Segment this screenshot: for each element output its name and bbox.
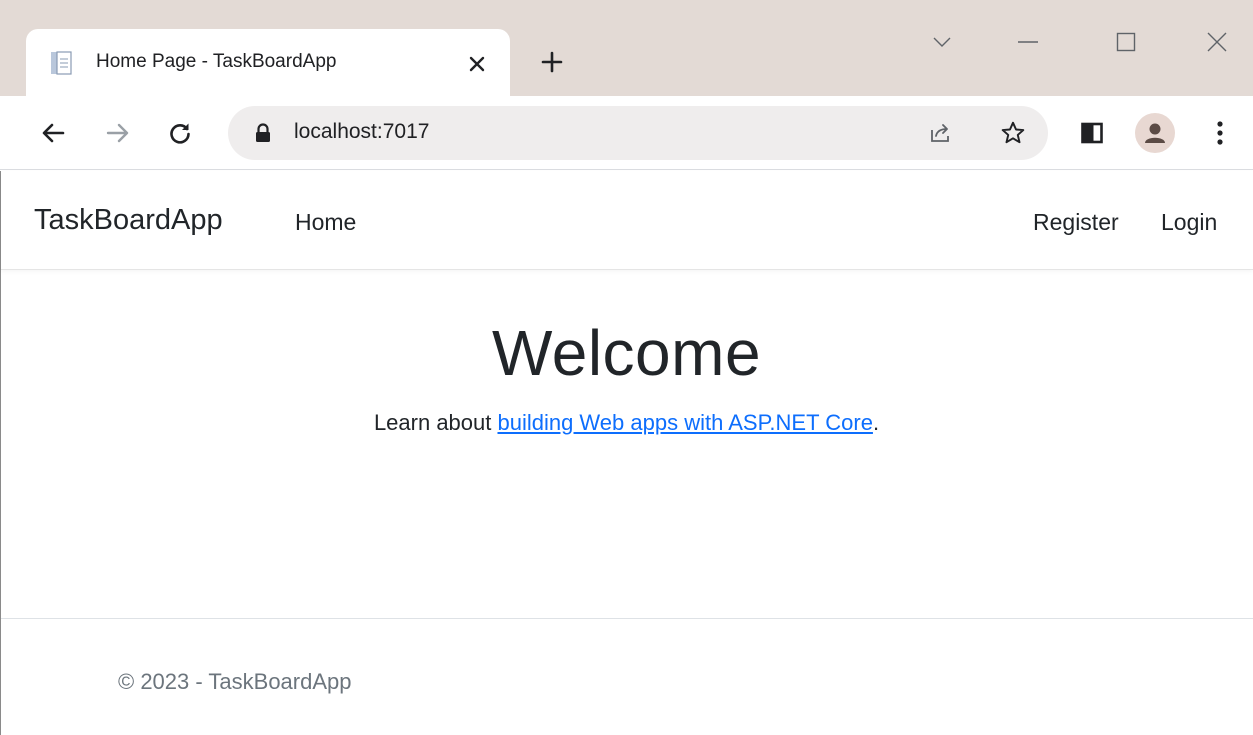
- profile-icon[interactable]: [1135, 113, 1175, 153]
- footer-copyright: © 2023 - TaskBoardApp: [118, 669, 352, 694]
- site-navbar: TaskBoardApp Home Register Login: [1, 171, 1253, 270]
- forward-icon[interactable]: [98, 113, 138, 153]
- document-icon: [50, 51, 72, 75]
- back-icon[interactable]: [33, 113, 73, 153]
- browser-toolbar: localhost:7017: [0, 96, 1253, 170]
- page-viewport: TaskBoardApp Home Register Login Welcome…: [0, 171, 1253, 735]
- url-text[interactable]: localhost:7017: [294, 120, 429, 144]
- reload-icon[interactable]: [160, 113, 200, 153]
- menu-kebab-icon[interactable]: [1200, 113, 1240, 153]
- browser-tab[interactable]: Home Page - TaskBoardApp: [26, 29, 510, 96]
- close-window-icon[interactable]: [1197, 22, 1237, 62]
- learn-suffix: .: [872, 410, 880, 435]
- learn-paragraph: Learn about building Web apps with ASP.N…: [0, 410, 1253, 436]
- browser-chrome: Home Page - TaskBoardApp localhost:7017: [0, 0, 1253, 170]
- address-bar[interactable]: localhost:7017: [228, 106, 1048, 160]
- navbar-brand[interactable]: TaskBoardApp: [34, 204, 223, 237]
- minimize-icon[interactable]: [1008, 22, 1048, 62]
- nav-register-link[interactable]: Register: [1033, 209, 1119, 236]
- avatar: [1135, 113, 1175, 153]
- share-icon[interactable]: [920, 113, 960, 153]
- page-title: Welcome: [491, 317, 762, 389]
- nav-login-link[interactable]: Login: [1161, 209, 1217, 236]
- tab-search-icon[interactable]: [922, 22, 962, 62]
- lock-icon[interactable]: [254, 123, 272, 143]
- tab-strip: Home Page - TaskBoardApp: [0, 0, 1253, 96]
- bookmark-star-icon[interactable]: [993, 113, 1033, 153]
- learn-prefix: Learn about: [373, 410, 498, 435]
- side-panel-icon[interactable]: [1072, 113, 1112, 153]
- new-tab-icon[interactable]: [534, 44, 570, 80]
- nav-home-link[interactable]: Home: [295, 209, 356, 236]
- footer-divider: [1, 618, 1253, 619]
- maximize-icon[interactable]: [1106, 22, 1146, 62]
- aspnet-docs-link[interactable]: building Web apps with ASP.NET Core: [497, 410, 872, 435]
- close-tab-icon[interactable]: [460, 47, 494, 81]
- tab-title: Home Page - TaskBoardApp: [96, 51, 337, 72]
